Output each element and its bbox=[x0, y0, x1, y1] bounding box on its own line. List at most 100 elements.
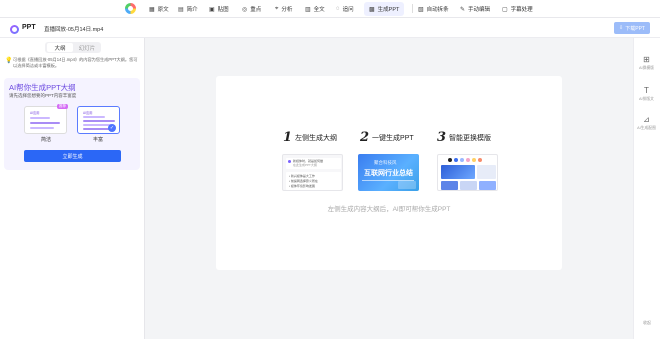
rail-ai-layout-label: AI排版文 bbox=[639, 97, 654, 101]
rail-ai-template[interactable]: ⊞ AI换模版 bbox=[633, 55, 660, 71]
edit-icon: ✎ bbox=[460, 6, 466, 13]
keypoint-icon: ◎ bbox=[242, 6, 248, 13]
option-concise-tag: AI应用 bbox=[30, 111, 40, 115]
swatch-dot bbox=[466, 158, 470, 162]
nav-manual-edit-label: 手动编辑 bbox=[468, 7, 491, 13]
step-1: 1 左侧生成大纲 bbox=[283, 130, 337, 145]
tab-slides[interactable]: 幻灯片 bbox=[74, 43, 100, 52]
thumb-item: • 新兴媒体是大工作 bbox=[289, 174, 315, 178]
text-icon: T bbox=[644, 86, 649, 95]
generate-outline-title: AI帮你生成PPT大纲 bbox=[9, 83, 76, 92]
mindmap-icon: ▧ bbox=[418, 6, 424, 13]
option-concise[interactable]: AI应用 bbox=[24, 106, 67, 134]
fulltext-icon: ▥ bbox=[305, 6, 311, 13]
collapse-button[interactable]: 收起 bbox=[643, 320, 651, 326]
preview-line bbox=[83, 124, 111, 126]
step-3-text: 智能更换模版 bbox=[449, 134, 492, 142]
nav-fulltext[interactable]: ▥ 全文 bbox=[305, 2, 325, 16]
nav-qa-label: 追问 bbox=[342, 7, 354, 13]
nav-keypoint-label: 重点 bbox=[250, 7, 262, 13]
image-icon: ▣ bbox=[209, 6, 215, 13]
download-icon: ⇩ bbox=[619, 25, 624, 31]
document-icon: ▦ bbox=[149, 6, 155, 13]
thumb-item: • 前提网选择意义所在 bbox=[289, 179, 318, 183]
subtitle-icon: ▢ bbox=[502, 6, 508, 13]
nav-image[interactable]: ▣ 贴图 bbox=[209, 2, 229, 16]
slide-title: 互联网行业总结 bbox=[364, 170, 413, 177]
doc-title: 直播回放-05月14日.mp4 bbox=[44, 27, 104, 33]
nav-divider bbox=[412, 4, 413, 13]
nav-qa[interactable]: ◌ 追问 bbox=[336, 2, 354, 16]
option-concise-label: 简洁 bbox=[41, 137, 52, 143]
step-1-number: 1 bbox=[283, 130, 293, 145]
preview-line bbox=[30, 122, 60, 124]
tab-outline[interactable]: 大纲 bbox=[47, 43, 73, 52]
nav-fulltext-label: 全文 bbox=[313, 7, 325, 13]
nav-original-label: 原文 bbox=[157, 7, 169, 13]
swatch-dot bbox=[472, 158, 476, 162]
generate-now-button[interactable]: 立即生成 bbox=[24, 150, 121, 162]
nav-subtitle[interactable]: ▢ 字幕处理 bbox=[502, 2, 533, 16]
option-rich-tag: AI应用 bbox=[83, 111, 93, 115]
lightbulb-icon: 💡 bbox=[5, 58, 13, 64]
rail-ai-image[interactable]: ⊿ AI生成配图 bbox=[633, 115, 660, 131]
app-logo-icon bbox=[125, 3, 136, 14]
preview-line bbox=[30, 127, 54, 129]
generate-outline-subtitle: 请先选择您想要的PPT内容丰富度 bbox=[9, 93, 77, 98]
right-rail bbox=[633, 38, 660, 339]
draw-icon: ⊿ bbox=[643, 115, 650, 124]
template-preview-side bbox=[477, 165, 496, 179]
step-2: 2 一键生成PPT bbox=[360, 130, 414, 145]
swatch-dot bbox=[460, 158, 464, 162]
step-2-number: 2 bbox=[360, 130, 370, 145]
qa-icon: ◌ bbox=[336, 6, 340, 12]
summary-icon: ▤ bbox=[178, 6, 184, 13]
nav-analysis[interactable]: ⌖ 分析 bbox=[275, 2, 292, 16]
nav-subtitle-label: 字幕处理 bbox=[510, 7, 533, 13]
check-icon: ✓ bbox=[108, 124, 116, 132]
color-swatches bbox=[448, 158, 482, 162]
tip-text: 可根据《直播回放-05月14日.mp4》的内容为您生成PPT大纲。您可以选择简洁… bbox=[13, 57, 138, 68]
download-ppt-label: 下载PPT bbox=[625, 25, 645, 32]
generated-slide-thumbnail: 聚合科技风 互联网行业总结 bbox=[358, 154, 419, 191]
nav-original[interactable]: ▦ 原文 bbox=[149, 2, 169, 16]
nav-auto-split-label: 自动拆条 bbox=[426, 7, 449, 13]
nav-analysis-label: 分析 bbox=[281, 7, 293, 13]
step-1-text: 左侧生成大纲 bbox=[295, 134, 338, 142]
nav-auto-split[interactable]: ▧ 自动拆条 bbox=[418, 2, 449, 16]
nav-manual-edit[interactable]: ✎ 手动编辑 bbox=[460, 2, 490, 16]
template-swap-thumbnail bbox=[437, 154, 498, 191]
option-rich-label: 丰富 bbox=[93, 137, 104, 143]
nav-keypoint[interactable]: ◎ 重点 bbox=[242, 2, 261, 16]
rail-ai-template-label: AI换模版 bbox=[639, 66, 654, 70]
preview-line bbox=[30, 117, 50, 119]
download-ppt-button[interactable]: ⇩ 下载PPT bbox=[614, 22, 650, 34]
nav-generate-ppt-label: 生成PPT bbox=[377, 7, 400, 13]
rail-ai-image-label: AI生成配图 bbox=[637, 126, 656, 130]
template-icon: ⊞ bbox=[643, 55, 650, 64]
center-caption: 左侧生成内容大纲后，AI即可帮你生成PPT bbox=[327, 206, 451, 213]
thumb-dot bbox=[288, 160, 291, 163]
top-toolbar bbox=[0, 0, 660, 18]
step-3-number: 3 bbox=[437, 130, 447, 145]
template-preview-small bbox=[460, 181, 477, 190]
recommended-badge: 推荐 bbox=[57, 104, 68, 109]
step-3: 3 智能更换模版 bbox=[437, 130, 491, 145]
rail-ai-layout[interactable]: T AI排版文 bbox=[633, 86, 660, 102]
ppt-label: PPT bbox=[22, 24, 36, 31]
step-2-text: 一键生成PPT bbox=[372, 134, 414, 142]
preview-line bbox=[83, 120, 115, 122]
thumb-line: 在此生成PPT大纲 bbox=[293, 163, 317, 167]
nav-summary[interactable]: ▤ 简介 bbox=[178, 2, 198, 16]
nav-image-label: 贴图 bbox=[217, 7, 229, 13]
nav-summary-label: 简介 bbox=[186, 7, 198, 13]
swatch-dot bbox=[478, 158, 482, 162]
slide-subtitle: 聚合科技风 bbox=[374, 160, 397, 165]
template-preview-main bbox=[441, 165, 475, 179]
swatch-dot bbox=[454, 158, 458, 162]
swatch-dot bbox=[448, 158, 452, 162]
ppt-icon: ▩ bbox=[369, 6, 375, 13]
nav-generate-ppt[interactable]: ▩ 生成PPT bbox=[364, 2, 405, 16]
preview-line bbox=[83, 116, 105, 118]
template-preview-small bbox=[441, 181, 458, 190]
